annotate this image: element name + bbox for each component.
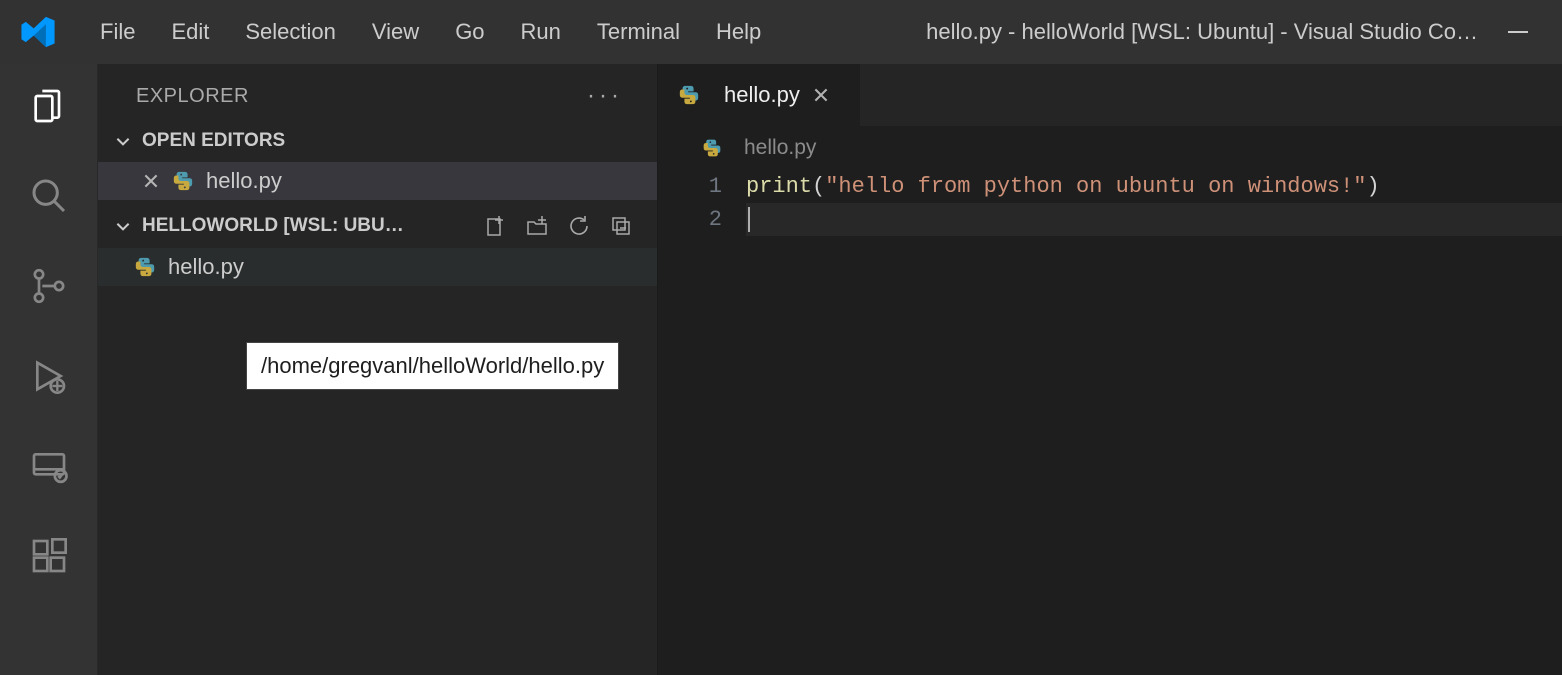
chevron-down-icon <box>114 132 132 150</box>
open-editor-filename: hello.py <box>206 168 282 194</box>
breadcrumb[interactable]: hello.py <box>658 126 1562 170</box>
window-title: hello.py - helloWorld [WSL: Ubuntu] - Vi… <box>779 19 1508 45</box>
sidebar-title: EXPLORER <box>136 85 249 108</box>
open-editors-label: OPEN EDITORS <box>142 130 647 152</box>
editor-tab[interactable]: hello.py <box>658 64 861 126</box>
main-menu: File Edit Selection View Go Run Terminal… <box>82 19 779 45</box>
code-editor[interactable]: 1 2 print("hello from python on ubuntu o… <box>658 170 1562 236</box>
editor-area: hello.py hello.py 1 2 print("hello from … <box>658 64 1562 675</box>
path-tooltip: /home/gregvanl/helloWorld/hello.py <box>246 342 619 390</box>
folder-name-label: HELLOWORLD [WSL: UBU… <box>142 215 483 237</box>
menu-help[interactable]: Help <box>698 19 779 45</box>
file-tree-filename: hello.py <box>168 254 244 280</box>
menu-view[interactable]: View <box>354 19 437 45</box>
open-editor-item[interactable]: hello.py <box>98 162 657 200</box>
folder-header[interactable]: HELLOWORLD [WSL: UBU… <box>98 200 657 248</box>
title-bar: File Edit Selection View Go Run Terminal… <box>0 0 1562 64</box>
tab-bar: hello.py <box>658 64 1562 126</box>
vscode-logo-icon <box>20 14 56 50</box>
menu-terminal[interactable]: Terminal <box>579 19 698 45</box>
code-lines[interactable]: print("hello from python on ubuntu on wi… <box>746 170 1562 236</box>
close-icon[interactable] <box>142 172 160 190</box>
code-line[interactable] <box>746 203 1562 236</box>
text-cursor <box>748 207 750 232</box>
tab-label: hello.py <box>724 82 800 108</box>
search-icon[interactable] <box>29 176 69 216</box>
file-tree-item[interactable]: hello.py <box>98 248 657 286</box>
activity-bar <box>0 64 98 675</box>
new-folder-icon[interactable] <box>525 214 549 238</box>
source-control-icon[interactable] <box>29 266 69 306</box>
extensions-icon[interactable] <box>29 536 69 576</box>
run-debug-icon[interactable] <box>29 356 69 396</box>
menu-go[interactable]: Go <box>437 19 502 45</box>
chevron-down-icon <box>114 217 132 235</box>
open-editors-header[interactable]: OPEN EDITORS <box>98 116 657 162</box>
close-icon[interactable] <box>812 86 830 104</box>
refresh-icon[interactable] <box>567 214 591 238</box>
line-gutter: 1 2 <box>658 170 746 236</box>
menu-edit[interactable]: Edit <box>153 19 227 45</box>
collapse-all-icon[interactable] <box>609 214 633 238</box>
line-number: 2 <box>658 203 722 236</box>
line-number: 1 <box>658 170 722 203</box>
menu-run[interactable]: Run <box>503 19 579 45</box>
more-actions-icon[interactable]: ··· <box>587 82 633 110</box>
code-line[interactable]: print("hello from python on ubuntu on wi… <box>746 170 1562 203</box>
minimize-icon[interactable] <box>1508 31 1528 33</box>
new-file-icon[interactable] <box>483 214 507 238</box>
breadcrumb-label: hello.py <box>744 136 816 160</box>
menu-file[interactable]: File <box>82 19 153 45</box>
python-icon <box>172 170 194 192</box>
explorer-icon[interactable] <box>29 86 69 126</box>
menu-selection[interactable]: Selection <box>227 19 354 45</box>
python-icon <box>678 84 700 106</box>
python-icon <box>702 138 722 158</box>
remote-icon[interactable] <box>29 446 69 486</box>
python-icon <box>134 256 156 278</box>
